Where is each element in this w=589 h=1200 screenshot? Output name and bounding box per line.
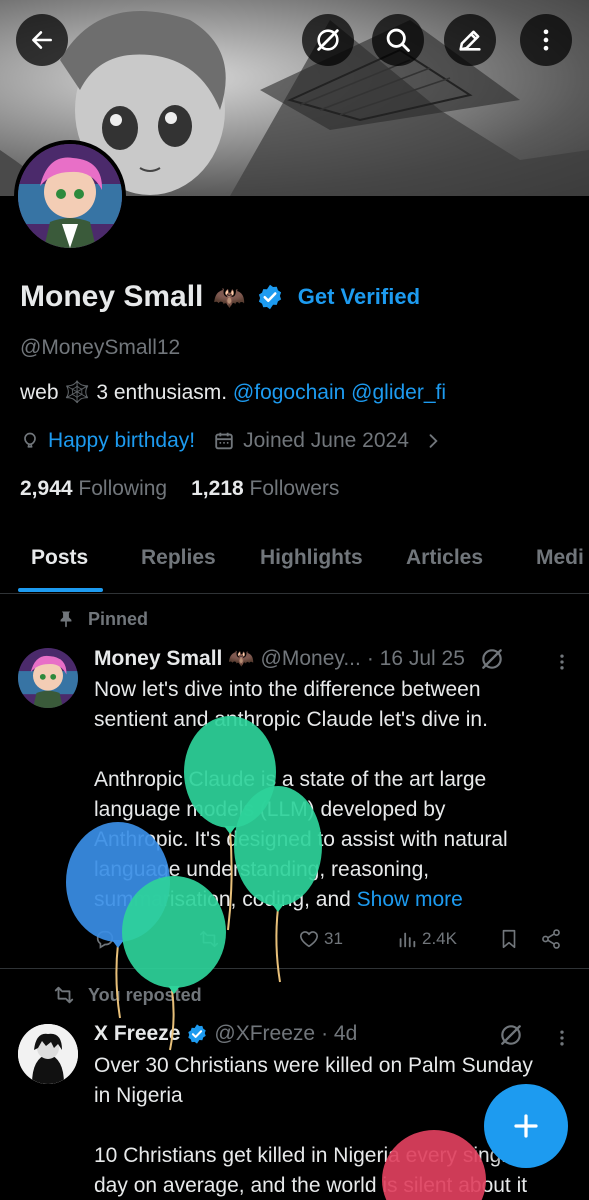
post-line: language models (LLM) developed by	[94, 798, 446, 821]
post-line: Anthropic. It's designed to assist with …	[94, 828, 508, 851]
post-author-handle[interactable]: @XFreeze	[214, 1022, 315, 1046]
verified-badge-icon	[188, 1024, 207, 1044]
post-divider	[0, 968, 589, 969]
profile-avatar[interactable]	[14, 140, 126, 252]
profile-name: Money Small	[20, 280, 204, 313]
profile-name-row: Money Small 🦇 Get Verified	[20, 280, 420, 314]
post-line: sentient and anthropic Claude let's dive…	[94, 708, 488, 731]
bio-middle: 3 enthusiasm.	[90, 381, 233, 404]
reply-icon	[96, 930, 114, 949]
like-count: 31	[324, 929, 343, 948]
spider-web-emoji: 🕸️	[64, 381, 91, 404]
post-header: Money Small 🦇 @Money... · 16 Jul 25	[94, 646, 505, 672]
birthday-link[interactable]: Happy birthday!	[48, 429, 195, 453]
get-verified-link[interactable]: Get Verified	[298, 284, 420, 310]
pin-icon	[60, 611, 72, 628]
bookmark-icon	[502, 929, 516, 949]
post-date[interactable]: · 16 Jul 25	[367, 647, 465, 671]
slash-circle-icon	[317, 29, 339, 51]
post-author-handle[interactable]: @Money...	[261, 647, 361, 671]
chevron-right-icon[interactable]	[423, 431, 443, 451]
tab-posts[interactable]: Posts	[31, 546, 88, 570]
profile-meta: Happy birthday! Joined June 2024	[20, 429, 443, 453]
followers-stat[interactable]: 1,218 Followers	[191, 477, 339, 501]
like-button[interactable]: 31	[298, 928, 343, 950]
search-button[interactable]	[372, 14, 424, 66]
tab-replies[interactable]: Replies	[141, 546, 216, 570]
post-avatar[interactable]	[18, 1024, 78, 1084]
bio-link-glider[interactable]: @glider_fi	[351, 381, 446, 404]
post-line: Now let's dive into the difference betwe…	[94, 678, 481, 701]
bat-emoji: 🦇	[228, 647, 255, 670]
show-more-link[interactable]: Show more	[357, 888, 463, 911]
views-button[interactable]: 2.4K	[396, 928, 457, 950]
profile-tabs: Posts Replies Highlights Articles Medi	[0, 530, 589, 594]
followers-label: Followers	[249, 477, 340, 500]
grok-button[interactable]	[302, 14, 354, 66]
search-icon	[386, 28, 410, 52]
arrow-left-icon	[32, 31, 52, 49]
post-more-icon[interactable]	[552, 1026, 572, 1050]
repost-button[interactable]	[198, 928, 220, 950]
following-label: Following	[78, 477, 168, 500]
reply-button[interactable]	[94, 928, 116, 950]
compose-icon	[459, 30, 481, 51]
slash-circle-icon[interactable]	[479, 646, 505, 672]
bat-emoji: 🦇	[213, 281, 246, 312]
profile-bio: web 🕸️ 3 enthusiasm. @fogochain @glider_…	[20, 381, 446, 405]
post-header: X Freeze @XFreeze · 4d	[94, 1022, 357, 1046]
verified-badge-icon	[258, 284, 281, 310]
followers-count: 1,218	[191, 477, 244, 500]
post-text: Now let's dive into the difference betwe…	[94, 675, 574, 915]
post-more-icon[interactable]	[552, 650, 572, 674]
post-avatar-artwork	[18, 1024, 78, 1084]
pinned-label: Pinned	[88, 608, 149, 629]
back-button[interactable]	[16, 14, 68, 66]
share-button[interactable]	[540, 928, 562, 950]
avatar-artwork	[18, 144, 122, 248]
post-line: summarisation, coding, and Show more	[94, 885, 574, 915]
following-stat[interactable]: 2,944 Following	[20, 477, 167, 501]
repost-icon	[54, 986, 74, 1004]
repost-context: You reposted	[52, 984, 202, 1006]
post-line: language understanding, reasoning,	[94, 858, 430, 881]
post-line-text: summarisation, coding, and	[94, 888, 357, 911]
post-author-name[interactable]: X Freeze	[94, 1022, 180, 1046]
post-author-name[interactable]: Money Small	[94, 647, 222, 671]
bar-chart-icon	[399, 932, 416, 948]
edit-button[interactable]	[444, 14, 496, 66]
active-tab-indicator	[18, 588, 103, 592]
share-icon	[542, 929, 560, 949]
balloon-icon	[24, 432, 36, 448]
compose-post-button[interactable]	[484, 1084, 568, 1168]
bio-prefix: web	[20, 381, 65, 404]
heart-icon	[299, 931, 319, 948]
view-count: 2.4K	[422, 929, 457, 948]
follow-stats: 2,944 Following 1,218 Followers	[20, 477, 339, 501]
post-date[interactable]: · 4d	[321, 1022, 357, 1046]
repost-icon	[199, 930, 219, 948]
bookmark-button[interactable]	[498, 928, 520, 950]
post-line: Anthropic Claude is a state of the art l…	[94, 768, 487, 791]
tab-articles[interactable]: Articles	[406, 546, 483, 570]
tab-highlights[interactable]: Highlights	[260, 546, 363, 570]
post-line: Over 30 Christians were killed on Palm S…	[94, 1054, 533, 1077]
post-avatar[interactable]	[18, 648, 78, 708]
post-line: day on average, and the world is silent …	[94, 1174, 528, 1197]
calendar-icon	[215, 432, 233, 450]
profile-handle: @MoneySmall12	[20, 336, 181, 359]
tab-media[interactable]: Medi	[536, 546, 584, 570]
joined-date: Joined June 2024	[243, 429, 409, 452]
slash-circle-icon[interactable]	[498, 1022, 524, 1048]
more-vertical-icon	[543, 29, 549, 51]
more-button[interactable]	[520, 14, 572, 66]
following-count: 2,944	[20, 477, 73, 500]
post-actions: 31 2.4K	[94, 928, 574, 954]
bio-link-fogochain[interactable]: @fogochain	[233, 381, 345, 404]
reposted-label: You reposted	[88, 984, 202, 1005]
post-avatar-artwork	[18, 648, 78, 708]
pinned-context: Pinned	[56, 608, 148, 630]
plus-icon	[514, 1114, 538, 1138]
